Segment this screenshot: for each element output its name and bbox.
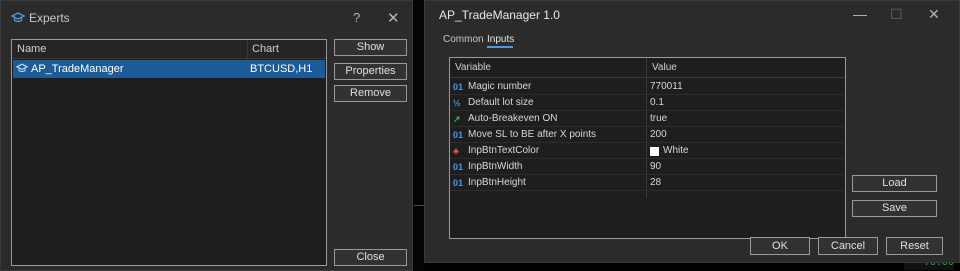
maximize-icon: ☐ (890, 6, 903, 22)
properties-button[interactable]: Properties (334, 63, 407, 80)
ok-button[interactable]: OK (750, 237, 810, 255)
show-button[interactable]: Show (334, 39, 407, 56)
dialog-close-icon[interactable]: ✕ (928, 6, 940, 23)
experts-list[interactable]: Name Chart AP_TradeManager BTCUSD,H1 (11, 39, 327, 266)
experts-titlebar[interactable]: Experts (1, 1, 412, 35)
inputs-grid[interactable]: Variable Value 01 Magic number 770011 ½ … (449, 57, 846, 239)
variable-value[interactable]: 0.1 (650, 95, 664, 111)
variable-value[interactable]: 90 (650, 159, 661, 175)
graduation-cap-icon (11, 11, 25, 25)
tab-common[interactable]: Common (443, 34, 484, 45)
reset-button[interactable]: Reset (886, 237, 943, 255)
table-row-btn-width[interactable]: 01 InpBtnWidth 90 (450, 159, 845, 175)
int-icon: 01 (453, 82, 464, 92)
experts-list-header: Name Chart (12, 40, 326, 59)
experts-window: Experts ? ✕ Name Chart AP_TradeManager B… (0, 0, 413, 271)
variable-name: InpBtnHeight (468, 177, 526, 188)
table-row-move-sl-to-be[interactable]: 01 Move SL to BE after X points 200 (450, 127, 845, 143)
color-icon: ♣ (453, 146, 459, 156)
list-item-ap-trademanager[interactable]: AP_TradeManager BTCUSD,H1 (13, 60, 325, 78)
cancel-button[interactable]: Cancel (818, 237, 878, 255)
dialog-title: AP_TradeManager 1.0 (439, 8, 560, 22)
variable-value[interactable]: 28 (650, 175, 661, 191)
variable-name: Move SL to BE after X points (468, 129, 597, 140)
expert-advisor-icon (15, 63, 29, 75)
experts-window-title: Experts (29, 11, 70, 25)
load-button[interactable]: Load (852, 175, 937, 192)
variable-name: InpBtnWidth (468, 161, 523, 172)
remove-button[interactable]: Remove (334, 85, 407, 102)
table-row-auto-breakeven[interactable]: ↗ Auto-Breakeven ON true (450, 111, 845, 127)
table-row-magic-number[interactable]: 01 Magic number 770011 (450, 79, 845, 95)
active-tab-indicator (487, 46, 513, 48)
variable-name: Auto-Breakeven ON (468, 113, 558, 124)
tab-inputs[interactable]: Inputs (487, 34, 514, 45)
int-icon: 01 (453, 178, 464, 188)
table-row-btn-text-color[interactable]: ♣ InpBtnTextColor White (450, 143, 845, 159)
list-item-chart: BTCUSD,H1 (250, 63, 313, 75)
table-row-default-lot-size[interactable]: ½ Default lot size 0.1 (450, 95, 845, 111)
double-icon: ½ (453, 98, 461, 108)
help-icon[interactable]: ? (353, 10, 360, 25)
color-swatch[interactable] (650, 147, 659, 156)
bool-icon: ↗ (453, 114, 461, 124)
variable-name: Default lot size (468, 97, 534, 108)
variable-name: Magic number (468, 81, 532, 92)
column-header-variable[interactable]: Variable (455, 58, 491, 77)
close-icon[interactable]: ✕ (387, 9, 400, 27)
variable-value[interactable]: 200 (650, 127, 667, 143)
int-icon: 01 (453, 130, 464, 140)
close-button[interactable]: Close (334, 249, 407, 266)
variable-value[interactable]: White (663, 143, 689, 159)
inputs-grid-header: Variable Value (450, 58, 845, 78)
variable-value[interactable]: true (650, 111, 667, 127)
save-button[interactable]: Save (852, 200, 937, 217)
variable-value[interactable]: 770011 (650, 79, 683, 95)
column-divider (247, 40, 248, 58)
column-header-chart[interactable]: Chart (252, 40, 279, 58)
int-icon: 01 (453, 162, 464, 172)
trade-manager-dialog: AP_TradeManager 1.0 — ☐ ✕ Common Inputs … (424, 0, 960, 263)
variable-name: InpBtnTextColor (468, 145, 540, 156)
chart-line (414, 205, 424, 206)
list-item-name: AP_TradeManager (31, 63, 124, 75)
table-row-btn-height[interactable]: 01 InpBtnHeight 28 (450, 175, 845, 191)
column-header-name[interactable]: Name (17, 40, 46, 58)
minimize-icon[interactable]: — (853, 6, 867, 22)
column-header-value[interactable]: Value (652, 58, 677, 77)
chart-area-between-windows (414, 0, 424, 271)
